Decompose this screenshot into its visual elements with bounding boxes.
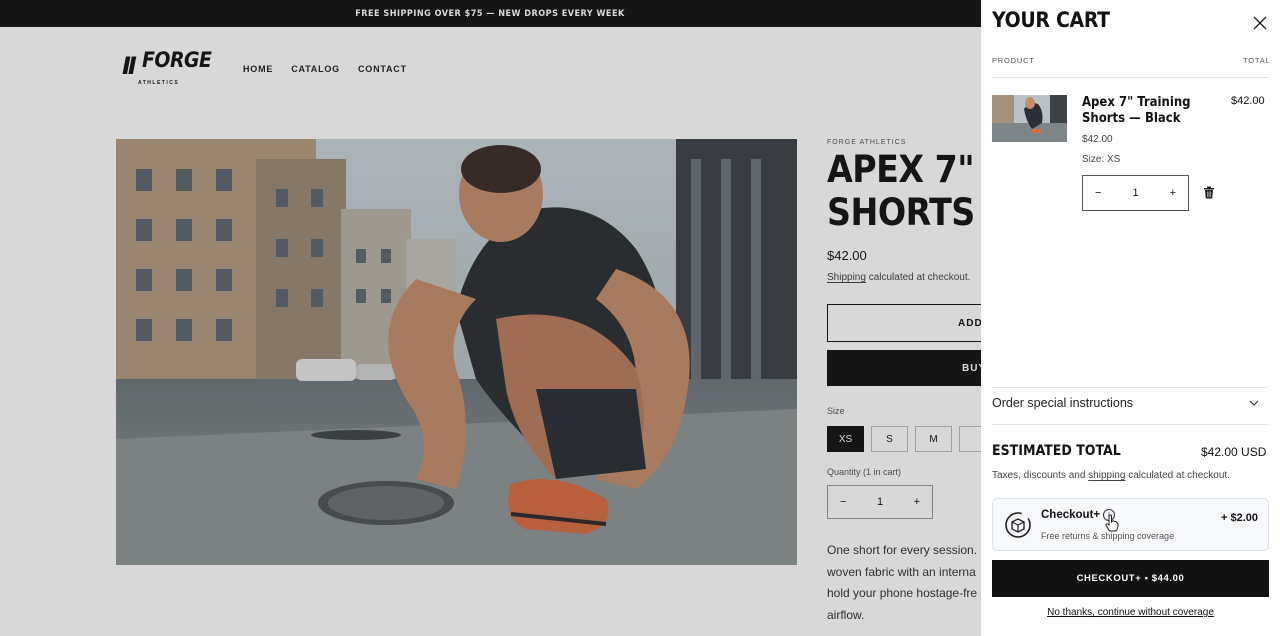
cart-quantity-value[interactable]: 1 <box>1132 187 1138 199</box>
checkout-button-label: CHECKOUT+ • $44.00 <box>1076 573 1185 584</box>
divider <box>992 424 1269 425</box>
checkout-plus-price: + $2.00 <box>1221 512 1259 524</box>
divider <box>992 77 1269 78</box>
checkout-plus-offer[interactable]: Checkout+ i Free returns & shipping cove… <box>992 498 1269 551</box>
cart-item-price: $42.00 <box>1082 134 1113 145</box>
estimated-total-value: $42.00 USD <box>1201 445 1267 459</box>
column-header-total: TOTAL <box>1243 56 1271 65</box>
shipping-link[interactable]: shipping <box>1088 470 1125 481</box>
decline-coverage-link[interactable]: No thanks, continue without coverage <box>992 607 1269 618</box>
close-cart-button[interactable] <box>1249 12 1271 34</box>
checkout-plus-subtitle: Free returns & shipping coverage <box>1041 531 1175 541</box>
tax-note-text: Taxes, discounts and <box>992 470 1089 481</box>
cart-item-size: Size: XS <box>1082 154 1121 165</box>
trash-icon <box>1204 186 1214 198</box>
remove-item-button[interactable] <box>1201 184 1217 200</box>
plus-icon[interactable]: + <box>1170 187 1176 199</box>
order-instructions-toggle[interactable]: Order special instructions <box>992 396 1269 410</box>
cart-item-thumbnail[interactable] <box>992 95 1067 142</box>
cart-item-line-total: $42.00 <box>1231 95 1265 107</box>
estimated-total-label: ESTIMATED TOTAL <box>992 443 1121 459</box>
cart-item-image <box>992 95 1067 142</box>
package-shield-icon <box>1005 512 1031 538</box>
order-instructions-label: Order special instructions <box>992 396 1134 410</box>
cart-title: YOUR CART <box>992 8 1110 32</box>
cart-quantity-stepper: − 1 + <box>1082 175 1189 211</box>
divider <box>992 387 1269 388</box>
cart-item-name[interactable]: Apex 7" Training Shorts — Black <box>1082 95 1202 127</box>
tax-note-text-end: calculated at checkout. <box>1125 470 1230 481</box>
checkout-button[interactable]: CHECKOUT+ • $44.00 <box>992 560 1269 597</box>
page-overlay[interactable] <box>0 0 981 636</box>
hand-cursor-icon <box>1105 514 1119 532</box>
minus-icon[interactable]: − <box>1095 187 1101 199</box>
tax-note: Taxes, discounts and shipping calculated… <box>992 470 1230 481</box>
close-icon <box>1253 16 1267 30</box>
chevron-down-icon <box>1249 400 1259 406</box>
cart-drawer: YOUR CART PRODUCT TOTAL Apex 7" Training… <box>981 0 1280 636</box>
checkout-plus-name: Checkout+ <box>1041 509 1101 521</box>
column-header-product: PRODUCT <box>992 56 1035 65</box>
